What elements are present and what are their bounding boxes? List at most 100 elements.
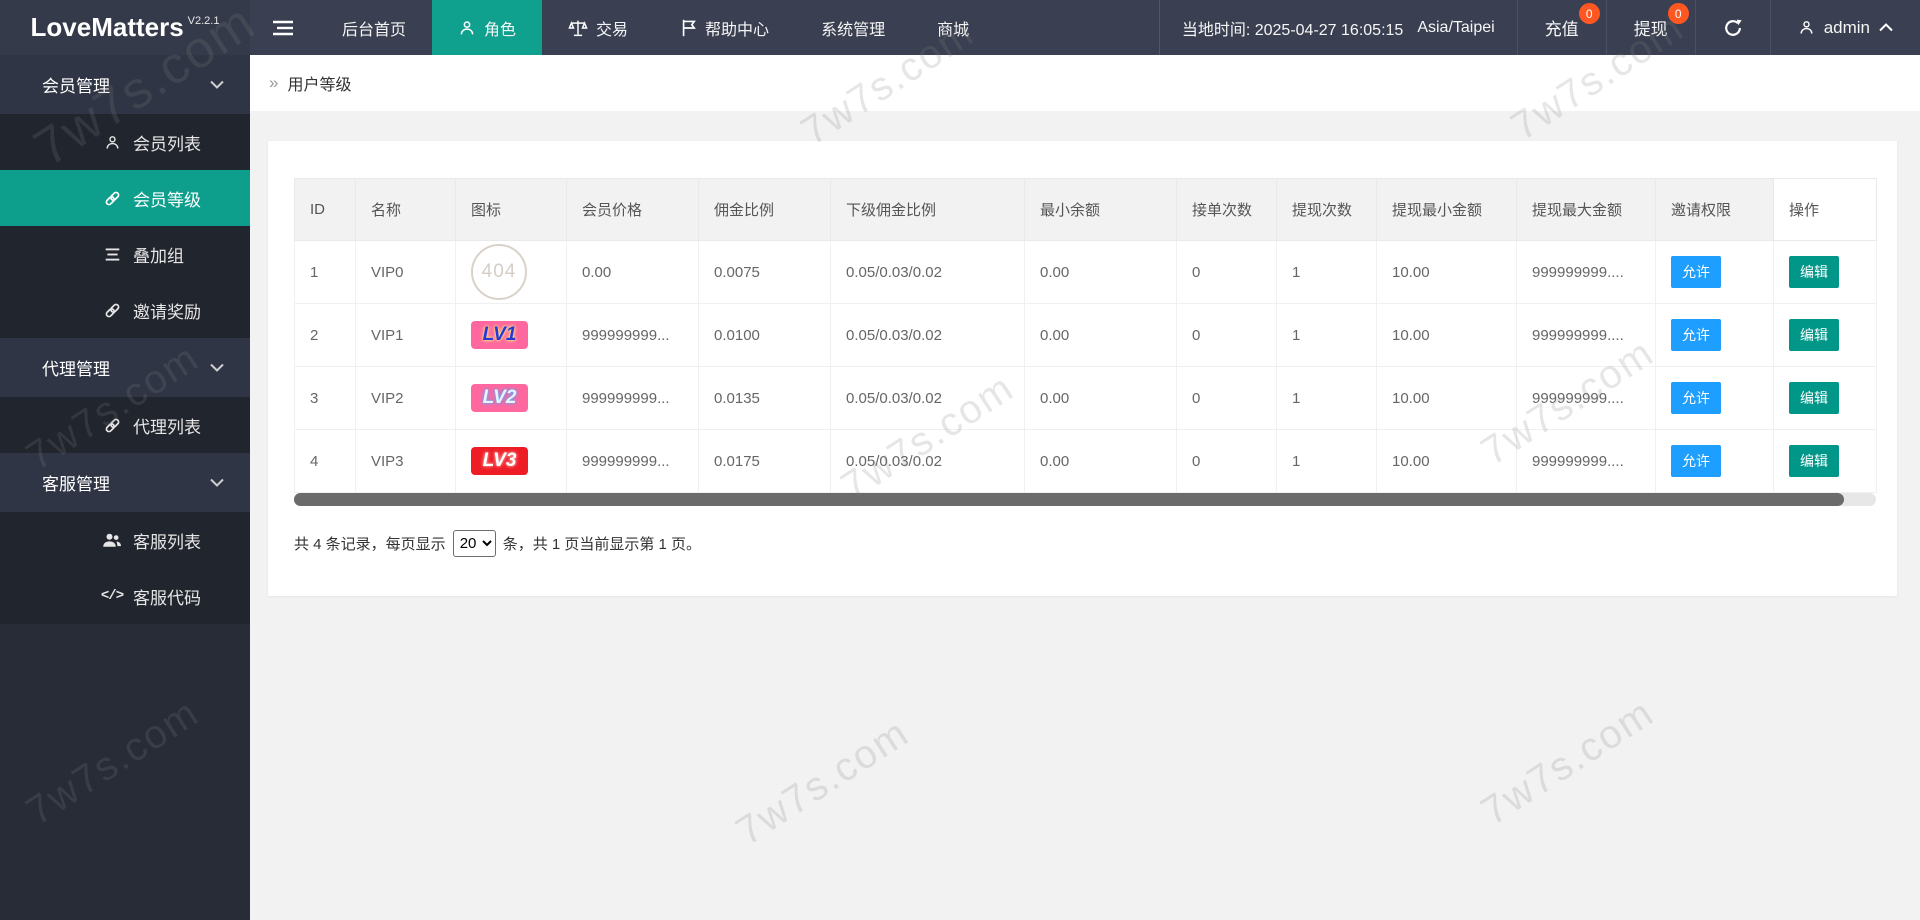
sidebar: 会员管理 会员列表 会员等级 叠加组 邀请奖励 代理管理 代理列表 客服管理 客…	[0, 55, 250, 920]
page-title: 用户等级	[287, 71, 351, 95]
scale-icon	[568, 19, 588, 37]
link-icon	[102, 416, 122, 435]
app-logo[interactable]: LoveMatters V2.2.1	[0, 0, 250, 55]
cell-withdraw_times: 1	[1277, 304, 1377, 367]
page-size-select[interactable]: 20	[453, 530, 496, 557]
link-icon	[102, 301, 122, 320]
chevron-up-icon	[1879, 23, 1893, 32]
cell-sub_commission: 0.05/0.03/0.02	[831, 241, 1025, 304]
refresh-button[interactable]	[1695, 0, 1770, 55]
sidebar-group-service-management[interactable]: 客服管理	[0, 453, 250, 512]
chevron-down-icon	[210, 478, 224, 487]
edit-button[interactable]: 编辑	[1789, 319, 1839, 351]
cell-withdraw_min: 10.00	[1377, 367, 1517, 430]
cell-invite: 允许	[1656, 241, 1774, 304]
table-row: 4VIP3LV3999999999...0.01750.05/0.03/0.02…	[295, 430, 1877, 493]
nav-label: 后台首页	[342, 16, 406, 40]
edit-button[interactable]: 编辑	[1789, 256, 1839, 288]
list-icon	[102, 247, 122, 262]
sidebar-item-service-list[interactable]: 客服列表	[0, 512, 250, 568]
cell-min_balance: 0.00	[1025, 304, 1177, 367]
group-label: 代理管理	[42, 355, 110, 380]
cell-id: 3	[295, 367, 356, 430]
cell-name: VIP3	[356, 430, 456, 493]
sidebar-item-service-code[interactable]: </> 客服代码	[0, 568, 250, 624]
local-time: 当地时间: 2025-04-27 16:05:15 Asia/Taipei	[1159, 0, 1517, 55]
admin-menu[interactable]: admin	[1770, 0, 1920, 55]
column-header: 佣金比例	[699, 179, 831, 241]
app-title: LoveMatters	[31, 12, 184, 43]
nav-item-help[interactable]: 帮助中心	[654, 0, 795, 55]
cell-withdraw_times: 1	[1277, 430, 1377, 493]
pagination-suffix: 条，共 1 页当前显示第 1 页。	[503, 533, 701, 554]
sidebar-group-member-management[interactable]: 会员管理	[0, 55, 250, 114]
cell-withdraw_times: 1	[1277, 367, 1377, 430]
link-icon	[102, 189, 122, 208]
nav-item-system[interactable]: 系统管理	[795, 0, 911, 55]
cell-id: 1	[295, 241, 356, 304]
table-row: 3VIP2LV2999999999...0.01350.05/0.03/0.02…	[295, 367, 1877, 430]
cell-icon: LV2	[456, 367, 567, 430]
invite-permission-button[interactable]: 允许	[1671, 382, 1721, 414]
invite-permission-button[interactable]: 允许	[1671, 319, 1721, 351]
cell-name: VIP2	[356, 367, 456, 430]
withdraw-badge: 0	[1668, 3, 1689, 24]
column-header: 名称	[356, 179, 456, 241]
pagination-prefix: 共 4 条记录，每页显示	[294, 533, 446, 554]
user-levels-table: ID名称图标会员价格佣金比例下级佣金比例最小余额接单次数提现次数提现最小金额提现…	[294, 178, 1877, 493]
cell-price: 999999999...	[567, 367, 699, 430]
admin-username: admin	[1824, 18, 1870, 38]
cell-id: 4	[295, 430, 356, 493]
nav-item-home[interactable]: 后台首页	[316, 0, 432, 55]
cell-min_balance: 0.00	[1025, 241, 1177, 304]
cell-min_balance: 0.00	[1025, 430, 1177, 493]
cell-orders: 0	[1177, 241, 1277, 304]
sidebar-item-invite-reward[interactable]: 邀请奖励	[0, 282, 250, 338]
cell-withdraw_max: 999999999....	[1517, 241, 1656, 304]
cell-commission: 0.0175	[699, 430, 831, 493]
column-header: 提现最大金额	[1517, 179, 1656, 241]
scrollbar-thumb[interactable]	[294, 493, 1844, 506]
column-header: 提现最小金额	[1377, 179, 1517, 241]
item-label: 邀请奖励	[133, 298, 201, 323]
timezone-text: Asia/Taipei	[1417, 19, 1494, 37]
nav-item-role[interactable]: 角色	[432, 0, 542, 55]
edit-button[interactable]: 编辑	[1789, 382, 1839, 414]
cell-orders: 0	[1177, 304, 1277, 367]
code-icon: </>	[102, 588, 122, 604]
top-navbar: LoveMatters V2.2.1 后台首页 角色 交易 帮助中心 系统管理 商…	[0, 0, 1920, 55]
users-icon	[102, 532, 122, 549]
edit-button[interactable]: 编辑	[1789, 445, 1839, 477]
cell-name: VIP0	[356, 241, 456, 304]
horizontal-scrollbar[interactable]	[294, 493, 1876, 506]
app-version: V2.2.1	[188, 15, 220, 27]
item-label: 客服列表	[133, 528, 201, 553]
withdraw-button[interactable]: 提现 0	[1606, 0, 1695, 55]
level-badge: LV1	[471, 321, 528, 349]
menu-toggle-icon[interactable]	[250, 0, 316, 55]
table-row: 1VIP04040.000.00750.05/0.03/0.020.000110…	[295, 241, 1877, 304]
recharge-button[interactable]: 充值 0	[1517, 0, 1606, 55]
sidebar-item-stack-group[interactable]: 叠加组	[0, 226, 250, 282]
invite-permission-button[interactable]: 允许	[1671, 256, 1721, 288]
breadcrumb: » 用户等级	[250, 55, 1920, 111]
cell-commission: 0.0075	[699, 241, 831, 304]
sidebar-group-agent-management[interactable]: 代理管理	[0, 338, 250, 397]
column-header: 会员价格	[567, 179, 699, 241]
sidebar-item-member-level[interactable]: 会员等级	[0, 170, 250, 226]
table-header-row: ID名称图标会员价格佣金比例下级佣金比例最小余额接单次数提现次数提现最小金额提现…	[295, 179, 1877, 241]
column-header: 提现次数	[1277, 179, 1377, 241]
item-label: 会员等级	[133, 186, 201, 211]
invite-permission-button[interactable]: 允许	[1671, 445, 1721, 477]
sidebar-item-member-list[interactable]: 会员列表	[0, 114, 250, 170]
sidebar-item-agent-list[interactable]: 代理列表	[0, 397, 250, 453]
item-label: 会员列表	[133, 130, 201, 155]
cell-withdraw_min: 10.00	[1377, 241, 1517, 304]
cell-withdraw_min: 10.00	[1377, 430, 1517, 493]
nav-item-mall[interactable]: 商城	[911, 0, 995, 55]
nav-item-trade[interactable]: 交易	[542, 0, 654, 55]
nav-label: 交易	[596, 16, 628, 40]
nav-label: 商城	[937, 16, 969, 40]
level-badge: LV2	[471, 384, 528, 412]
person-icon	[1798, 19, 1815, 36]
